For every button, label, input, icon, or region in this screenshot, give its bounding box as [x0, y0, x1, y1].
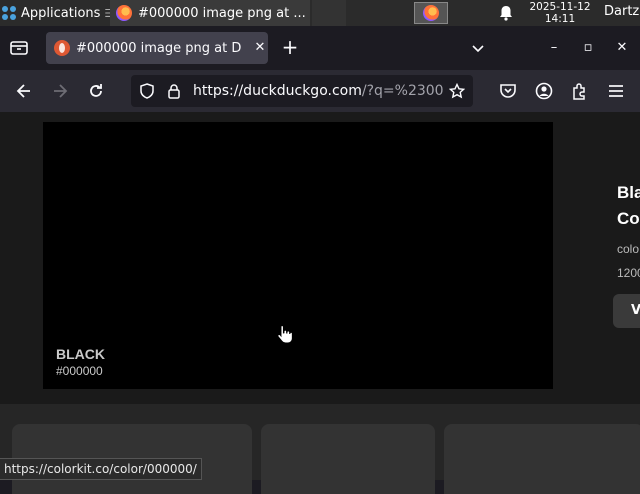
- hamburger-menu-icon[interactable]: [606, 81, 626, 101]
- taskbar-window-button[interactable]: #000000 image png at ...: [110, 0, 310, 26]
- address-bar[interactable]: https://duckduckgo.com/?q=%2300: [131, 75, 473, 107]
- hand-pointer-cursor-icon: [277, 325, 293, 344]
- page-content: BLACK #000000 Bla Co colo 1200 V: [0, 112, 640, 494]
- tab-title: #000000 image png at D: [76, 40, 242, 56]
- xfce-logo-icon: [2, 5, 17, 21]
- close-window-button[interactable]: ✕: [612, 38, 632, 58]
- pocket-icon[interactable]: [498, 81, 518, 101]
- forward-arrow-icon[interactable]: [50, 81, 70, 101]
- new-tab-button[interactable]: +: [280, 37, 300, 58]
- url-text[interactable]: https://duckduckgo.com/?q=%2300: [193, 83, 443, 99]
- side-panel-title-line-2: Co: [617, 209, 640, 228]
- reload-icon[interactable]: [86, 81, 106, 101]
- link-status-bar: https://colorkit.co/color/000000/: [0, 458, 202, 480]
- lock-icon[interactable]: [166, 83, 182, 99]
- back-arrow-icon[interactable]: [14, 81, 34, 101]
- tab-close-icon[interactable]: ✕: [252, 40, 268, 56]
- clock-date: 2025-11-12: [529, 1, 591, 13]
- taskbar: Applications ☰ #000000 image png at ... …: [0, 0, 640, 26]
- minimize-button[interactable]: –: [544, 38, 564, 58]
- applications-menu[interactable]: Applications ☰: [2, 3, 114, 23]
- applications-label: Applications: [21, 5, 101, 21]
- tab-strip: #000000 image png at D ✕ + – ▫ ✕: [0, 26, 640, 70]
- url-host: https://duckduckgo.com: [193, 83, 362, 99]
- side-panel-title-line-1: Bla: [617, 183, 640, 202]
- clock-time: 14:11: [544, 13, 576, 25]
- notification-bell-icon[interactable]: [498, 5, 514, 21]
- color-name-label: BLACK: [56, 346, 105, 362]
- color-hex-label: #000000: [56, 364, 103, 378]
- firefox-icon: [116, 5, 132, 21]
- maximize-button[interactable]: ▫: [578, 38, 598, 58]
- image-preview[interactable]: BLACK #000000: [43, 122, 553, 389]
- taskbar-window-title: #000000 image png at ...: [138, 5, 306, 21]
- tab-active[interactable]: #000000 image png at D ✕: [46, 32, 268, 64]
- related-image-card[interactable]: [261, 424, 435, 494]
- navigation-toolbar: https://duckduckgo.com/?q=%2300: [0, 70, 640, 112]
- workspace-firefox-button[interactable]: [414, 2, 448, 24]
- duckduckgo-icon: [54, 40, 70, 56]
- firefox-view-icon[interactable]: [8, 38, 30, 58]
- firefox-icon: [423, 5, 439, 21]
- bookmark-star-icon[interactable]: [449, 83, 465, 99]
- visit-site-button[interactable]: V: [613, 294, 640, 328]
- list-all-tabs-chevron-icon[interactable]: [470, 40, 486, 56]
- clock[interactable]: 2025-11-12 14:11: [520, 1, 600, 25]
- account-icon[interactable]: [534, 81, 554, 101]
- extensions-puzzle-icon[interactable]: [570, 81, 590, 101]
- taskbar-empty-slot[interactable]: [312, 0, 346, 26]
- related-image-card[interactable]: [444, 424, 640, 494]
- url-path: /?q=%2300: [361, 83, 443, 99]
- side-panel-dimensions: 1200: [617, 266, 640, 280]
- tracking-shield-icon[interactable]: [139, 83, 155, 99]
- user-menu[interactable]: Dartz: [604, 4, 639, 19]
- side-panel-source: colo: [617, 242, 640, 256]
